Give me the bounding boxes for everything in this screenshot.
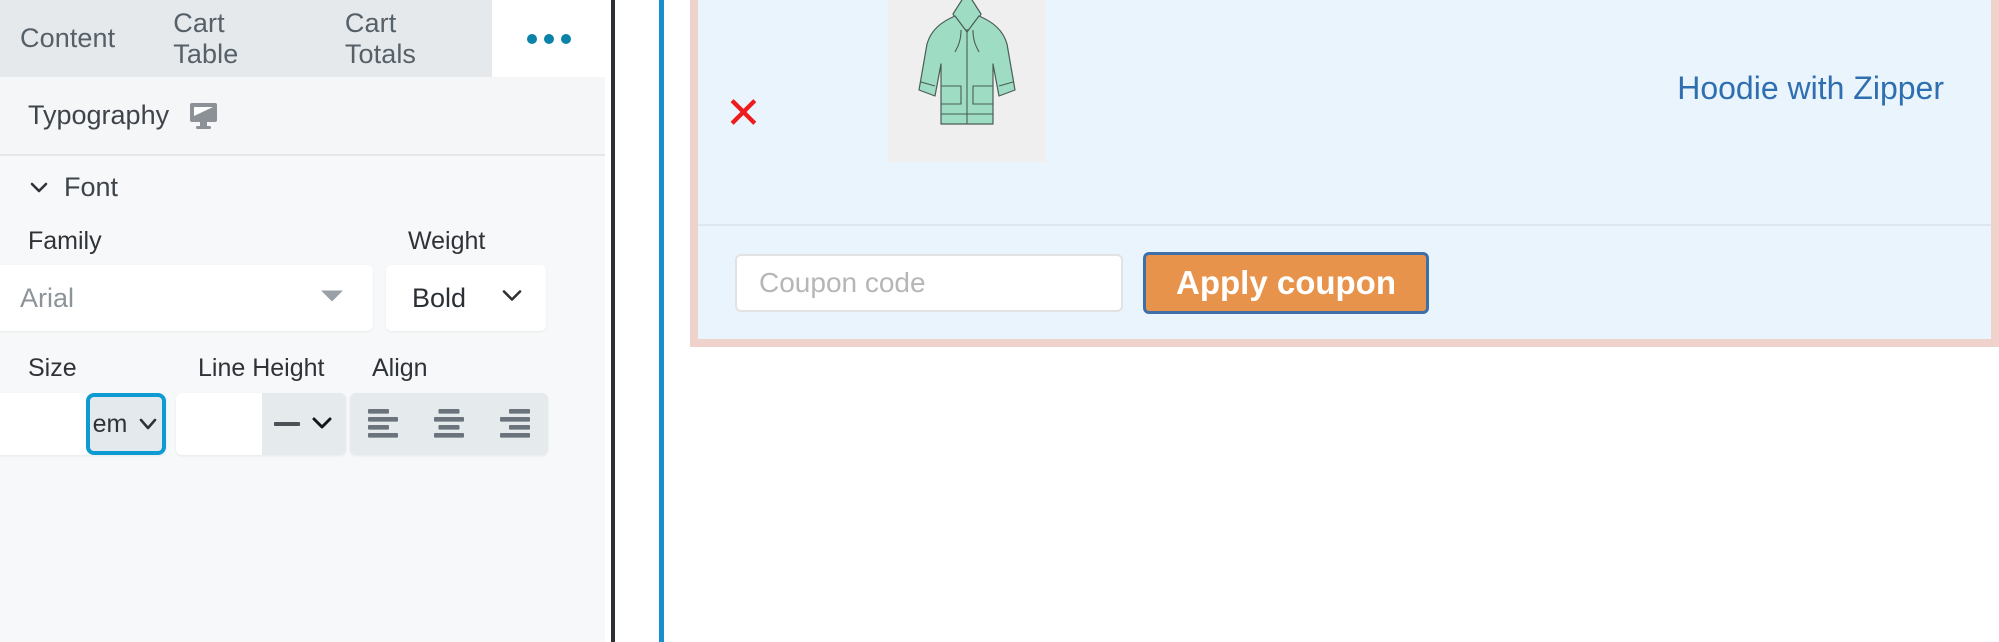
line-height-control bbox=[176, 393, 346, 455]
coupon-area: Coupon code Apply coupon bbox=[698, 228, 1991, 338]
align-left-button[interactable] bbox=[350, 393, 416, 455]
tab-cart-totals[interactable]: Cart Totals bbox=[315, 0, 492, 77]
editor-tab-bar: Content Cart Table Cart Totals bbox=[0, 0, 605, 77]
dash-icon bbox=[274, 422, 300, 426]
product-thumbnail[interactable] bbox=[888, 0, 1046, 162]
tab-content[interactable]: Content bbox=[0, 0, 143, 77]
font-family-select[interactable]: Arial bbox=[0, 265, 373, 331]
apply-coupon-button[interactable]: Apply coupon bbox=[1143, 252, 1429, 314]
weight-label: Weight bbox=[408, 227, 486, 255]
font-weight-value: Bold bbox=[412, 282, 467, 313]
align-center-button[interactable] bbox=[416, 393, 482, 455]
editor-panel: Content Cart Table Cart Totals Typograph… bbox=[0, 0, 605, 642]
chevron-down-icon bbox=[500, 287, 524, 310]
font-family-value: Arial bbox=[20, 282, 75, 313]
align-label: Align bbox=[372, 354, 428, 382]
align-left-icon bbox=[364, 405, 402, 444]
line-height-label: Line Height bbox=[198, 354, 325, 382]
size-unit-value: em bbox=[92, 409, 128, 438]
monitor-icon[interactable] bbox=[189, 102, 218, 129]
align-right-icon bbox=[496, 405, 534, 444]
cart-item-row: ✕ Hoodie with Zipper bbox=[698, 0, 1991, 226]
remove-item-icon[interactable]: ✕ bbox=[725, 92, 762, 136]
family-weight-row: Family Weight Arial Bold bbox=[0, 218, 605, 348]
typography-section-header: Typography bbox=[0, 77, 605, 156]
font-group-toggle[interactable]: Font bbox=[0, 156, 605, 218]
product-name-link[interactable]: Hoodie with Zipper bbox=[1677, 70, 1944, 107]
tab-cart-table[interactable]: Cart Table bbox=[143, 0, 315, 77]
screenshot-root: Content Cart Table Cart Totals Typograph… bbox=[0, 0, 1999, 642]
line-height-input[interactable] bbox=[176, 393, 262, 455]
cart-widget: ✕ Hoodie with Zipper Coupon code Apply c… bbox=[690, 0, 1999, 347]
align-button-group bbox=[350, 393, 548, 455]
size-lineheight-align-row: Size Line Height Align em bbox=[0, 348, 605, 508]
family-label: Family bbox=[28, 227, 102, 255]
size-label: Size bbox=[28, 354, 77, 382]
font-group-label: Font bbox=[64, 171, 119, 202]
align-center-icon bbox=[430, 405, 468, 444]
coupon-code-input[interactable]: Coupon code bbox=[735, 254, 1123, 312]
preview-gutter bbox=[615, 0, 659, 642]
chevron-down-icon bbox=[310, 410, 334, 439]
tab-cart-totals-label: Cart Totals bbox=[344, 7, 417, 69]
page-title: Typography bbox=[28, 100, 170, 130]
tab-content-label: Content bbox=[20, 23, 116, 53]
line-height-unit-select[interactable] bbox=[262, 393, 346, 455]
chevron-down-icon bbox=[28, 176, 50, 198]
size-control: em bbox=[0, 393, 166, 455]
tab-cart-table-label: Cart Table bbox=[173, 7, 239, 69]
chevron-down-icon bbox=[137, 410, 159, 439]
preview-pane: ✕ Hoodie with Zipper Coupon code Apply c… bbox=[664, 0, 1999, 642]
tab-more-options[interactable] bbox=[492, 0, 605, 77]
font-weight-select[interactable]: Bold bbox=[386, 265, 546, 331]
size-unit-select[interactable]: em bbox=[86, 393, 166, 455]
align-right-button[interactable] bbox=[482, 393, 548, 455]
size-input[interactable] bbox=[0, 393, 86, 455]
more-dots-icon bbox=[526, 33, 571, 44]
caret-down-icon bbox=[319, 288, 345, 309]
